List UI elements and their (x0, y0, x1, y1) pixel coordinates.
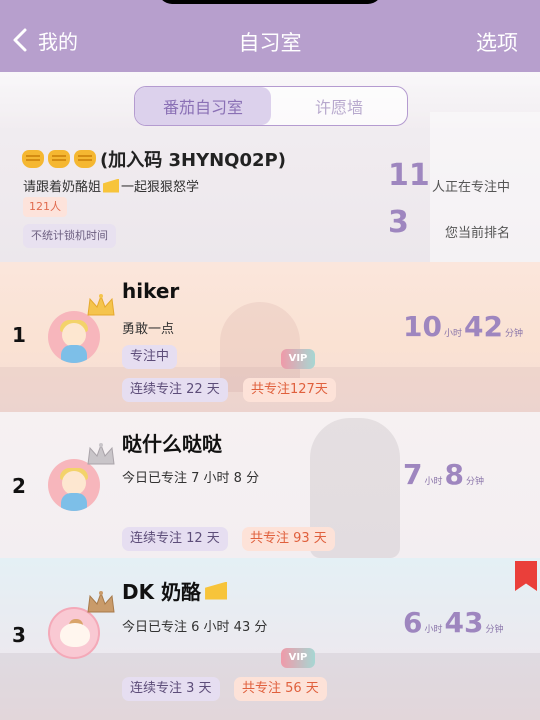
room-desc-part1: 请跟着奶酪姐 (23, 180, 102, 195)
user-name: 哒什么哒哒 (122, 432, 222, 456)
total-tag: 共专注 93 天 (242, 527, 335, 551)
user-name: DK 奶酪 (122, 580, 202, 604)
focus-time: 7 小时 8 分钟 (403, 458, 486, 491)
hours-unit: 小时 (424, 477, 443, 487)
minutes-value: 43 (444, 606, 484, 639)
rank-number: 1 (12, 323, 26, 347)
total-tag: 共专注127天 (243, 378, 336, 402)
fist-icon (74, 150, 96, 168)
focusing-count: 11 (388, 158, 430, 193)
hours-unit: 小时 (424, 625, 443, 635)
cheese-icon (103, 178, 120, 193)
fist-icon (48, 150, 70, 168)
status-badge: 专注中 (122, 345, 178, 369)
user-subtitle: 今日已专注 7 小时 8 分 (122, 471, 260, 486)
room-description: 请跟着奶酪姐 一起狠狠怒学 (23, 176, 199, 195)
hours-value: 10 (403, 310, 442, 343)
minutes-value: 42 (463, 310, 503, 343)
focus-time: 10 小时 42 分钟 (403, 310, 525, 343)
user-name-row: DK 奶酪 (122, 576, 229, 605)
minutes-unit: 分钟 (465, 477, 484, 487)
rank-number: 3 (12, 623, 26, 647)
nav-bar: 我的 自习室 选项 (0, 0, 540, 72)
focus-time: 6 小时 43 分钟 (403, 606, 505, 639)
lock-time-badge: 不统计锁机时间 (23, 224, 116, 248)
minutes-value: 8 (444, 458, 464, 491)
status-notch (158, 0, 382, 4)
fist-icon (22, 150, 44, 168)
vip-badge: VIP (281, 349, 315, 369)
streak-tag: 连续专注 12 天 (122, 527, 228, 551)
user-subtitle: 勇敢一点 (122, 322, 175, 337)
cheese-icon (205, 581, 228, 600)
current-rank-label: 您当前排名 (445, 226, 511, 241)
hours-value: 7 (403, 458, 423, 491)
member-count-badge: 121人 (23, 197, 67, 217)
room-join-code: (加入码 3HYNQ02P) (100, 150, 286, 171)
options-button[interactable]: 选项 (476, 27, 518, 57)
hours-unit: 小时 (443, 329, 462, 339)
tab-pomodoro-room[interactable]: 番茄自习室 (135, 87, 271, 125)
bronze-crown-icon (87, 591, 115, 613)
tab-wish-wall[interactable]: 许愿墙 (271, 87, 407, 125)
user-name: hiker (122, 279, 180, 303)
rank-number: 2 (12, 474, 26, 498)
page-title: 自习室 (238, 31, 302, 55)
silver-crown-icon (87, 443, 115, 465)
current-rank: 3 (388, 205, 409, 240)
minutes-unit: 分钟 (504, 329, 523, 339)
focusing-label: 人正在专注中 (432, 180, 511, 195)
vip-badge: VIP (281, 648, 315, 668)
room-desc-part2: 一起狠狠怒学 (121, 180, 200, 195)
streak-tag: 连续专注 22 天 (122, 378, 228, 402)
total-tag: 共专注 56 天 (234, 677, 327, 701)
room-title: (加入码 3HYNQ02P) (20, 146, 286, 172)
hours-value: 6 (403, 606, 423, 639)
minutes-unit: 分钟 (485, 625, 504, 635)
streak-tag: 连续专注 3 天 (122, 677, 220, 701)
user-subtitle: 今日已专注 6 小时 43 分 (122, 620, 268, 635)
segmented-tabs: 番茄自习室 许愿墙 (134, 86, 408, 126)
gold-crown-icon (87, 294, 115, 316)
